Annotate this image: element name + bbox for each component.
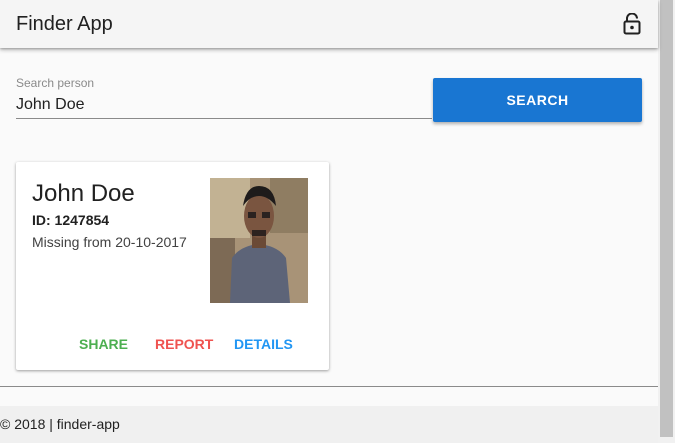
details-button[interactable]: DETAILS [234,336,293,352]
footer-divider [0,386,658,387]
share-button[interactable]: SHARE [79,336,128,352]
person-id: ID: 1247854 [32,212,110,228]
report-button[interactable]: REPORT [155,336,213,352]
lock-open-icon [623,13,641,35]
app-bar: Finder App [0,0,658,48]
footer-text: © 2018 | finder-app [0,416,120,432]
search-label: Search person [16,76,95,90]
missing-since: Missing from 20-10-2017 [32,234,187,250]
scrollbar-thumb[interactable] [660,0,673,437]
person-name: John Doe [32,180,135,207]
person-card: John Doe ID: 1247854 Missing from 20-10-… [16,162,329,370]
person-photo [210,178,308,303]
footer: © 2018 | finder-app [0,406,658,443]
app-title: Finder App [16,13,113,35]
card-actions: SHARE REPORT DETAILS [16,336,329,356]
app-container: Finder App Search person SEARCH John Doe… [0,0,658,443]
search-button[interactable]: SEARCH [433,78,642,122]
lock-button[interactable] [618,10,646,38]
search-input[interactable] [16,92,432,119]
